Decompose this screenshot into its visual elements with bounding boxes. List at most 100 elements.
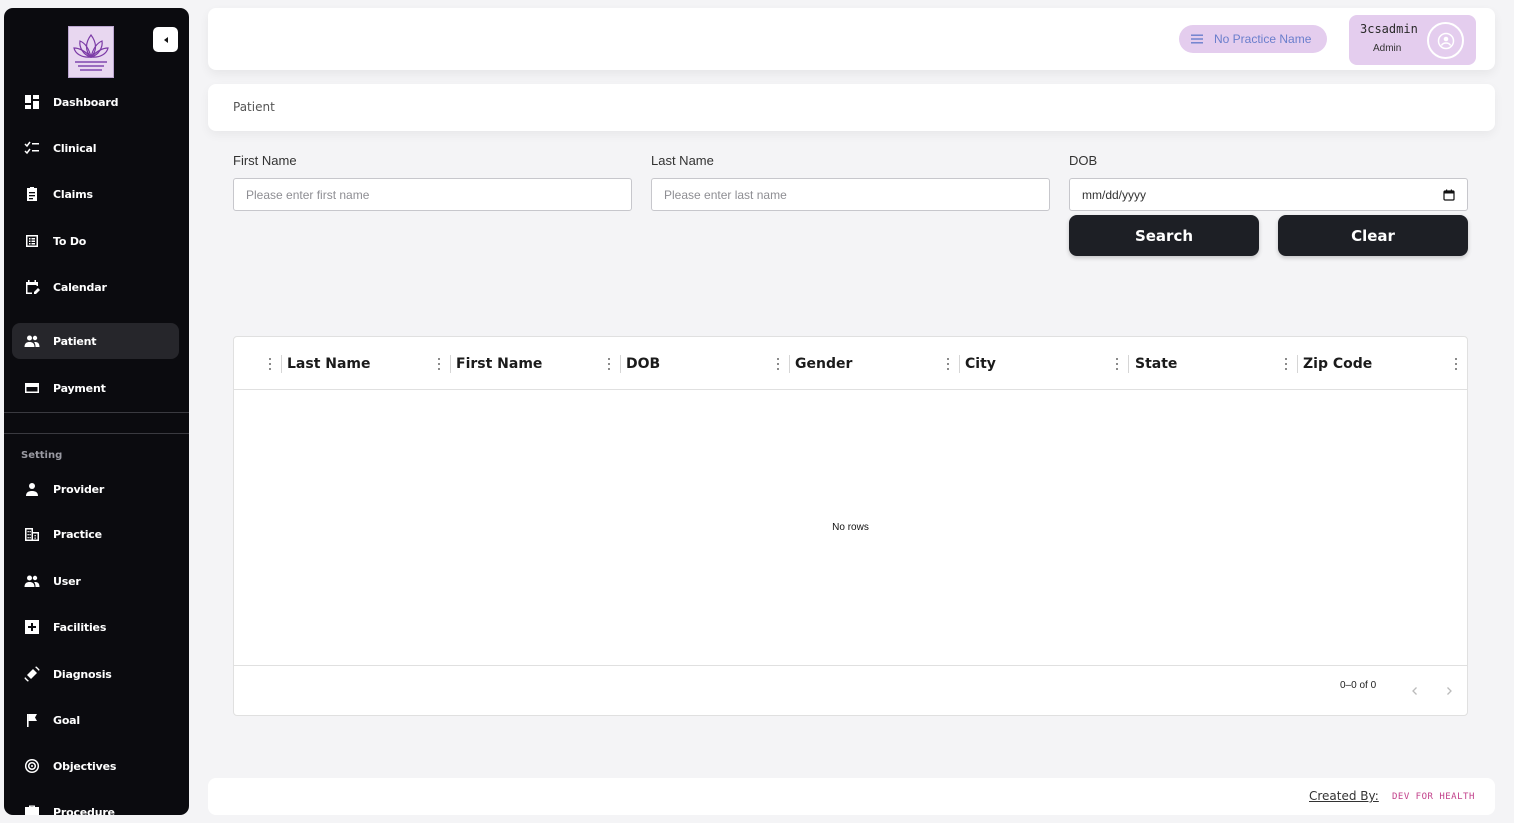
sidebar-item-dashboard[interactable]: Dashboard — [12, 84, 179, 120]
sidebar-item-label: Clinical — [53, 141, 97, 155]
sidebar-item-label: Objectives — [53, 759, 117, 773]
sidebar-item-label: To Do — [53, 234, 87, 248]
lotus-logo[interactable] — [68, 26, 114, 78]
sidebar-item-practice[interactable]: Practice — [12, 516, 179, 552]
last-name-input[interactable] — [651, 178, 1050, 211]
column-separator[interactable] — [789, 355, 790, 373]
sidebar-item-payment[interactable]: Payment — [12, 370, 179, 406]
list-icon — [23, 233, 40, 250]
sidebar-item-patient[interactable]: Patient — [12, 323, 179, 359]
people-icon — [23, 573, 40, 590]
column-menu-icon[interactable] — [266, 357, 274, 371]
table-footer: 0–0 of 0 — [234, 665, 1467, 716]
column-header-last-name[interactable]: Last Name — [287, 337, 371, 390]
first-name-input[interactable] — [233, 178, 632, 211]
breadcrumb: Patient — [208, 84, 1495, 131]
chevron-right-icon — [1447, 687, 1452, 695]
caret-left-icon — [163, 36, 168, 43]
sidebar-item-claims[interactable]: Claims — [12, 176, 179, 212]
calendar-icon[interactable] — [1443, 189, 1455, 201]
dob-label: DOB — [1069, 153, 1098, 168]
avatar[interactable] — [1427, 22, 1464, 59]
sidebar-item-todo[interactable]: To Do — [12, 223, 179, 259]
brand-link[interactable]: DEV FOR HEALTH — [1392, 792, 1475, 802]
credit-card-icon — [23, 380, 40, 397]
search-button[interactable]: Search — [1069, 215, 1259, 256]
first-name-label: First Name — [233, 153, 297, 168]
dashboard-icon — [23, 94, 40, 111]
building-icon — [23, 526, 40, 543]
person-icon — [23, 481, 40, 498]
sidebar-item-provider[interactable]: Provider — [12, 471, 179, 507]
column-menu-icon[interactable] — [944, 357, 952, 371]
column-menu-icon[interactable] — [435, 357, 443, 371]
people-icon — [23, 333, 40, 350]
column-separator[interactable] — [1128, 355, 1129, 373]
clipboard-icon — [23, 186, 40, 203]
medical-plus-icon — [23, 619, 40, 636]
pagination-info: 0–0 of 0 — [1340, 680, 1377, 691]
patient-table: Last Name First Name DOB Gender City Sta… — [233, 336, 1468, 716]
sidebar-item-label: Facilities — [53, 620, 107, 634]
sidebar-item-label: Provider — [53, 482, 105, 496]
column-separator[interactable] — [281, 355, 282, 373]
column-header-zip-code[interactable]: Zip Code — [1303, 337, 1372, 390]
menu-icon — [1191, 34, 1203, 44]
sidebar-item-label: Claims — [53, 187, 93, 201]
column-header-dob[interactable]: DOB — [626, 337, 660, 390]
sidebar-item-procedure[interactable]: Procedure — [12, 794, 179, 815]
sidebar-item-label: Dashboard — [53, 95, 119, 109]
sidebar-item-facilities[interactable]: Facilities — [12, 609, 179, 645]
sidebar-item-label: Procedure — [53, 805, 115, 816]
column-menu-icon[interactable] — [1113, 357, 1121, 371]
sidebar-item-user[interactable]: User — [12, 563, 179, 599]
user-role: Admin — [1373, 43, 1402, 54]
bandage-icon — [23, 666, 40, 683]
sidebar-item-label: Payment — [53, 381, 106, 395]
sidebar-divider — [4, 433, 189, 434]
column-header-state[interactable]: State — [1135, 337, 1177, 390]
previous-page-button[interactable] — [1408, 684, 1422, 698]
briefcase-medical-icon — [23, 804, 40, 815]
column-separator[interactable] — [450, 355, 451, 373]
sidebar-item-label: Practice — [53, 527, 102, 541]
next-page-button[interactable] — [1442, 684, 1456, 698]
column-header-gender[interactable]: Gender — [795, 337, 852, 390]
target-icon — [23, 758, 40, 775]
sidebar-item-label: Patient — [53, 334, 97, 348]
sidebar-item-objectives[interactable]: Objectives — [12, 748, 179, 784]
calendar-edit-icon — [23, 279, 40, 296]
collapse-sidebar-button[interactable] — [153, 27, 178, 52]
sidebar-divider — [4, 412, 189, 413]
chevron-left-icon — [1412, 687, 1417, 695]
column-header-city[interactable]: City — [965, 337, 996, 390]
table-header: Last Name First Name DOB Gender City Sta… — [234, 337, 1467, 390]
column-separator[interactable] — [620, 355, 621, 373]
user-menu[interactable]: 3csadmin Admin — [1349, 15, 1476, 65]
clear-button[interactable]: Clear — [1278, 215, 1468, 256]
practice-selector[interactable]: No Practice Name — [1179, 25, 1327, 53]
sidebar-item-diagnosis[interactable]: Diagnosis — [12, 656, 179, 692]
column-menu-icon[interactable] — [605, 357, 613, 371]
sidebar-item-label: Goal — [53, 713, 80, 727]
column-menu-icon[interactable] — [1452, 357, 1460, 371]
sidebar-item-goal[interactable]: Goal — [12, 702, 179, 738]
sidebar-item-label: User — [53, 574, 81, 588]
dob-input[interactable]: mm/dd/yyyy — [1069, 178, 1468, 211]
sidebar-item-calendar[interactable]: Calendar — [12, 269, 179, 305]
practice-name: No Practice Name — [1214, 32, 1312, 46]
account-circle-icon — [1437, 32, 1454, 49]
sidebar-item-clinical[interactable]: Clinical — [12, 130, 179, 166]
page-title: Patient — [233, 100, 275, 114]
sidebar-item-label: Calendar — [53, 280, 107, 294]
column-menu-icon[interactable] — [774, 357, 782, 371]
top-bar: No Practice Name 3csadmin Admin — [208, 8, 1495, 70]
column-header-first-name[interactable]: First Name — [456, 337, 542, 390]
empty-state: No rows — [832, 522, 869, 533]
dob-value: mm/dd/yyyy — [1082, 187, 1147, 202]
checklist-icon — [23, 140, 40, 157]
page-footer: Created By: DEV FOR HEALTH — [208, 778, 1495, 815]
column-separator[interactable] — [1297, 355, 1298, 373]
column-menu-icon[interactable] — [1282, 357, 1290, 371]
column-separator[interactable] — [959, 355, 960, 373]
